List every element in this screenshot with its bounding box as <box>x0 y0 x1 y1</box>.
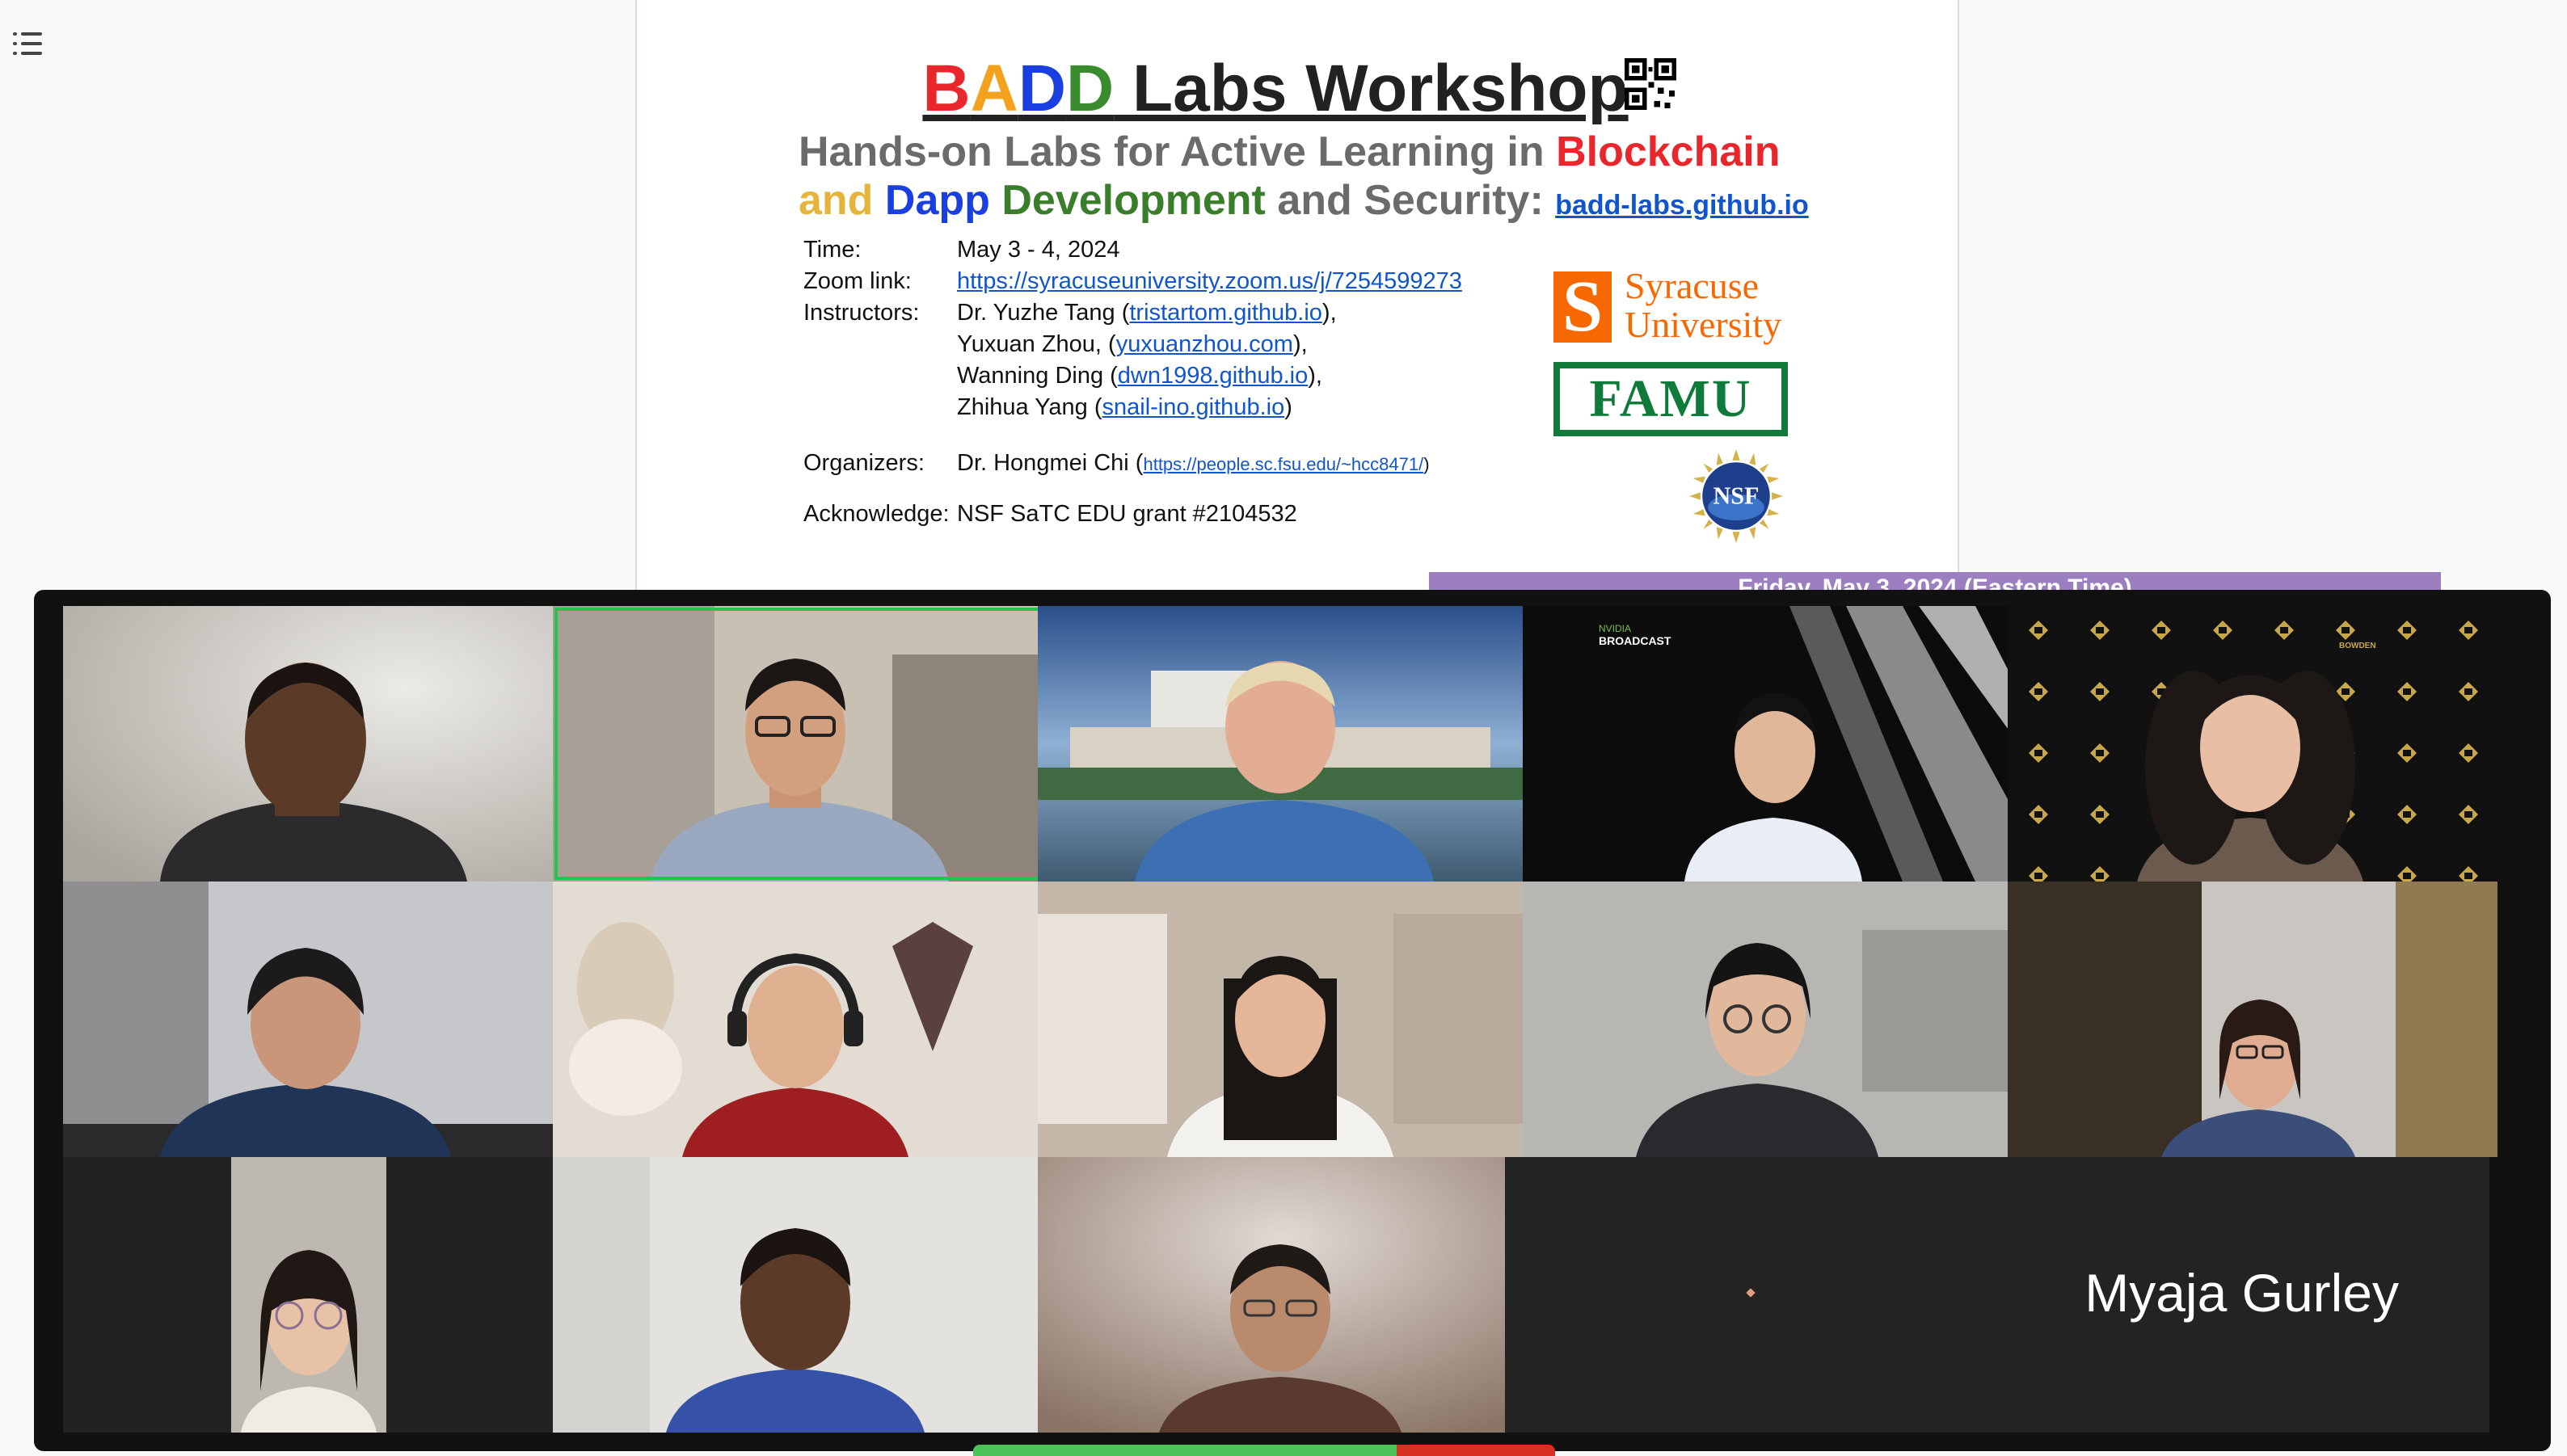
title-letter-d1: D <box>1018 52 1067 125</box>
subtitle-text: Hands-on Labs for Active Learning in <box>799 128 1557 175</box>
participant-video-tile[interactable] <box>1038 606 1528 882</box>
instructor-end: ), <box>1321 300 1337 326</box>
workshop-title: BADD Labs Workshop <box>912 48 1639 129</box>
participant-video-tile[interactable]: BOWDEN <box>2008 606 2497 882</box>
instructor-item: Zhihua Yang (snail-ino.github.io) <box>957 392 1292 423</box>
participant-name-label: Myaja Gurley <box>2084 1263 2399 1323</box>
syracuse-line-1: Syracuse <box>1625 265 1760 306</box>
share-screen-button[interactable] <box>973 1445 1397 1456</box>
participant-video <box>553 606 1043 882</box>
time-value: May 3 - 4, 2024 <box>957 237 1120 263</box>
participant-name-tile[interactable]: Myaja Gurley <box>1505 1157 2489 1433</box>
participant-video <box>63 1157 553 1433</box>
title-letter-d2: D <box>1066 52 1115 125</box>
backdrop-text: BOWDEN <box>2339 642 2376 650</box>
leave-meeting-button[interactable] <box>1397 1445 1555 1456</box>
title-rest: Labs Workshop <box>1114 52 1629 125</box>
organizer-item: Dr. Hongmei Chi (https://people.sc.fsu.e… <box>957 448 1430 480</box>
acknowledge-value: NSF SaTC EDU grant #2104532 <box>957 501 1297 527</box>
participant-video: BOWDEN <box>2008 606 2497 882</box>
instructor-end: ) <box>1284 394 1292 420</box>
participant-video-tile[interactable]: NVIDIA BROADCAST <box>1523 606 2013 882</box>
participant-video <box>1523 882 2013 1157</box>
instructor-name: Dr. Yuzhe Tang ( <box>957 300 1130 326</box>
participant-video <box>1038 606 1528 882</box>
participant-video <box>1038 1157 1528 1433</box>
participant-video-tile[interactable] <box>1038 882 1528 1157</box>
participant-video-tile[interactable] <box>553 1157 1043 1433</box>
instructor-name: Zhihua Yang ( <box>957 394 1102 420</box>
video-meeting-window: NVIDIA BROADCAST BOWDEN Myaja Gurley <box>34 590 2551 1451</box>
subtitle-blockchain: Blockchain <box>1556 128 1781 175</box>
subtitle-security: and Security: <box>1265 177 1556 224</box>
famu-logo-text: FAMU <box>1560 368 1781 430</box>
participant-video <box>63 606 553 882</box>
famu-logo: FAMU <box>1553 362 1788 436</box>
broadcast-label-line-2: BROADCAST <box>1599 634 1671 647</box>
participant-video <box>553 1157 1043 1433</box>
participant-video-tile[interactable] <box>63 882 553 1157</box>
instructor-link[interactable]: yuxuanzhou.com <box>1116 331 1293 357</box>
broadcast-label-line-1: NVIDIA <box>1599 623 1631 634</box>
instructor-link[interactable]: tristartom.github.io <box>1129 300 1322 326</box>
syracuse-university-logo: S Syracuse University <box>1553 267 1796 347</box>
participant-video-tile[interactable] <box>1038 1157 1528 1433</box>
audio-indicator-icon <box>1746 1288 1756 1298</box>
instructor-item: Dr. Yuzhe Tang (tristartom.github.io), <box>957 297 1337 328</box>
instructor-link[interactable]: snail-ino.github.io <box>1102 394 1285 420</box>
participant-video <box>1038 882 1528 1157</box>
instructor-item: Wanning Ding (dwn1998.github.io), <box>957 360 1322 391</box>
instructor-item: Yuxuan Zhou, (yuxuanzhou.com), <box>957 329 1308 360</box>
syracuse-line-2: University <box>1625 304 1782 345</box>
participant-video <box>63 882 553 1157</box>
organizer-link[interactable]: https://people.sc.fsu.edu/~hcc8471/ <box>1143 454 1423 474</box>
participant-video-tile[interactable] <box>1523 882 2013 1157</box>
acknowledge-label: Acknowledge: <box>803 501 950 527</box>
subtitle-dapp: Dapp <box>884 177 990 224</box>
document-page: BADD Labs Workshop Hands-on Labs for Act… <box>635 0 2441 598</box>
qr-code-icon <box>1625 58 1676 110</box>
instructor-end: ), <box>1308 363 1322 389</box>
participant-video-tile[interactable] <box>2008 882 2497 1157</box>
subtitle-and: and <box>799 177 885 224</box>
instructor-link[interactable]: dwn1998.github.io <box>1118 363 1308 389</box>
title-letter-b: B <box>922 52 971 125</box>
time-label: Time: <box>803 237 862 263</box>
title-letter-a: A <box>970 52 1018 125</box>
zoom-label: Zoom link: <box>803 268 912 294</box>
organizer-end: ) <box>1423 454 1430 474</box>
website-link[interactable]: badd-labs.github.io <box>1555 190 1809 221</box>
organizers-label: Organizers: <box>803 450 925 476</box>
document-outline-button[interactable] <box>11 27 47 63</box>
workshop-subtitle: Hands-on Labs for Active Learning in Blo… <box>799 128 1809 229</box>
participant-video: NVIDIA BROADCAST <box>1523 606 2013 882</box>
organizer-name: Dr. Hongmei Chi ( <box>957 450 1144 476</box>
meeting-controls-bar <box>973 1445 1555 1456</box>
subtitle-line-1: Hands-on Labs for Active Learning in Blo… <box>799 128 1781 176</box>
participant-video-tile-active-speaker[interactable] <box>553 606 1043 882</box>
instructor-end: ), <box>1292 331 1308 357</box>
participant-video <box>2008 882 2497 1157</box>
zoom-link[interactable]: https://syracuseuniversity.zoom.us/j/725… <box>957 266 1462 297</box>
subtitle-line-2: and Dapp Development and Security: badd-… <box>799 176 1809 229</box>
nsf-logo-text: NSF <box>1713 482 1760 509</box>
instructor-name: Wanning Ding ( <box>957 363 1118 389</box>
instructors-label: Instructors: <box>803 300 920 326</box>
subtitle-development: Development <box>989 177 1266 224</box>
nsf-logo: NSF <box>1689 449 1783 543</box>
instructor-name: Yuxuan Zhou, ( <box>957 331 1116 357</box>
participant-video <box>553 882 1043 1157</box>
syracuse-s-icon: S <box>1553 271 1612 343</box>
participant-video-tile[interactable] <box>63 606 553 882</box>
participant-video-tile[interactable] <box>63 1157 553 1433</box>
participant-video-tile[interactable] <box>553 882 1043 1157</box>
